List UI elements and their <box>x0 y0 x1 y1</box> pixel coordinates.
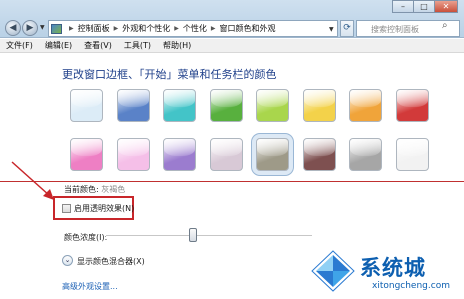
intensity-slider-thumb[interactable] <box>188 228 197 242</box>
watermark-logo-icon <box>311 250 355 292</box>
advanced-appearance-link[interactable]: 高级外观设置... <box>62 281 118 292</box>
breadcrumb-separator-icon[interactable]: ▶ <box>174 25 179 32</box>
color-swatch-row2-2[interactable] <box>116 138 150 171</box>
color-swatch-row2-1[interactable] <box>70 138 103 171</box>
breadcrumb-control-panel[interactable]: 控制面板 <box>78 23 110 34</box>
intensity-slider[interactable] <box>106 235 312 237</box>
color-swatch-row1-1[interactable] <box>70 89 103 122</box>
breadcrumb-separator-icon[interactable]: ▶ <box>114 25 119 32</box>
current-color-readout: 当前颜色: 灰褐色 <box>64 184 125 195</box>
forward-button[interactable]: ▶ <box>22 20 38 36</box>
menu-file[interactable]: 文件(F) <box>6 40 33 51</box>
menu-view[interactable]: 查看(V) <box>84 40 112 51</box>
breadcrumb-window-color[interactable]: 窗口颜色和外观 <box>220 23 276 34</box>
intensity-label: 颜色浓度(I): <box>64 233 108 242</box>
maximize-button[interactable]: □ <box>413 0 435 13</box>
color-swatch-row2-4[interactable] <box>209 138 243 171</box>
search-icon: ⌕ <box>442 20 448 31</box>
chevron-down-icon: ⌄ <box>64 256 71 264</box>
control-panel-icon <box>51 24 62 34</box>
color-swatch-row2-6[interactable] <box>302 138 336 171</box>
menu-bar: 文件(F) 编辑(E) 查看(V) 工具(T) 帮助(H) <box>0 39 464 53</box>
close-button[interactable]: ✕ <box>434 0 458 13</box>
refresh-button[interactable]: ⟳ <box>340 20 354 37</box>
transparency-label[interactable]: 启用透明效果(N) <box>74 203 134 214</box>
color-swatch-row1-5[interactable] <box>256 89 289 122</box>
page-title: 更改窗口边框、「开始」菜单和任务栏的颜色 <box>62 68 277 81</box>
color-swatch-row2-5[interactable] <box>256 138 289 171</box>
forward-arrow-icon: ▶ <box>26 23 34 33</box>
menu-tools[interactable]: 工具(T) <box>124 40 151 51</box>
color-swatch-row1-3[interactable] <box>163 89 196 122</box>
color-swatch-row2-7[interactable] <box>349 138 382 171</box>
color-swatch-row2-3[interactable] <box>163 138 196 171</box>
color-swatch-row1-7[interactable] <box>349 89 382 122</box>
expand-mixer-button[interactable]: ⌄ <box>62 255 73 266</box>
address-dropdown-icon[interactable]: ▼ <box>329 26 334 33</box>
refresh-icon: ⟳ <box>343 23 351 33</box>
minimize-button[interactable]: – <box>392 0 414 13</box>
annotation-line <box>0 181 464 182</box>
watermark-url: xitongcheng.com <box>372 281 450 291</box>
transparency-checkbox[interactable] <box>62 204 71 213</box>
breadcrumb-separator-icon[interactable]: ▶ <box>211 25 216 32</box>
color-swatch-row1-8[interactable] <box>395 89 429 122</box>
back-button[interactable]: ◀ <box>5 20 21 36</box>
color-swatch-row1-6[interactable] <box>302 89 336 122</box>
title-bar: – □ ✕ ◀ ▶ ▼ ▶ 控制面板 ▶ 外观和个性化 ▶ 个性化 ▶ 窗口颜色… <box>0 0 464 38</box>
recent-pages-dropdown[interactable]: ▼ <box>40 24 45 31</box>
menu-help[interactable]: 帮助(H) <box>163 40 191 51</box>
color-swatch-row1-4[interactable] <box>209 89 243 122</box>
color-swatch-row1-2[interactable] <box>116 89 150 122</box>
back-arrow-icon: ◀ <box>9 23 17 33</box>
current-color-label: 当前颜色: <box>64 185 99 194</box>
current-color-value: 灰褐色 <box>101 185 126 194</box>
address-bar[interactable]: ▶ 控制面板 ▶ 外观和个性化 ▶ 个性化 ▶ 窗口颜色和外观 <box>48 20 338 37</box>
menu-edit[interactable]: 编辑(E) <box>45 40 72 51</box>
color-mixer-label[interactable]: 显示颜色混合器(X) <box>77 256 145 267</box>
watermark-name: 系统城 <box>360 256 426 280</box>
color-swatch-row2-8[interactable] <box>395 138 429 171</box>
window-controls: – □ ✕ <box>392 0 458 13</box>
breadcrumb-separator-icon[interactable]: ▶ <box>69 25 74 32</box>
breadcrumb-personalization[interactable]: 个性化 <box>183 23 207 34</box>
breadcrumb-appearance[interactable]: 外观和个性化 <box>122 23 170 34</box>
